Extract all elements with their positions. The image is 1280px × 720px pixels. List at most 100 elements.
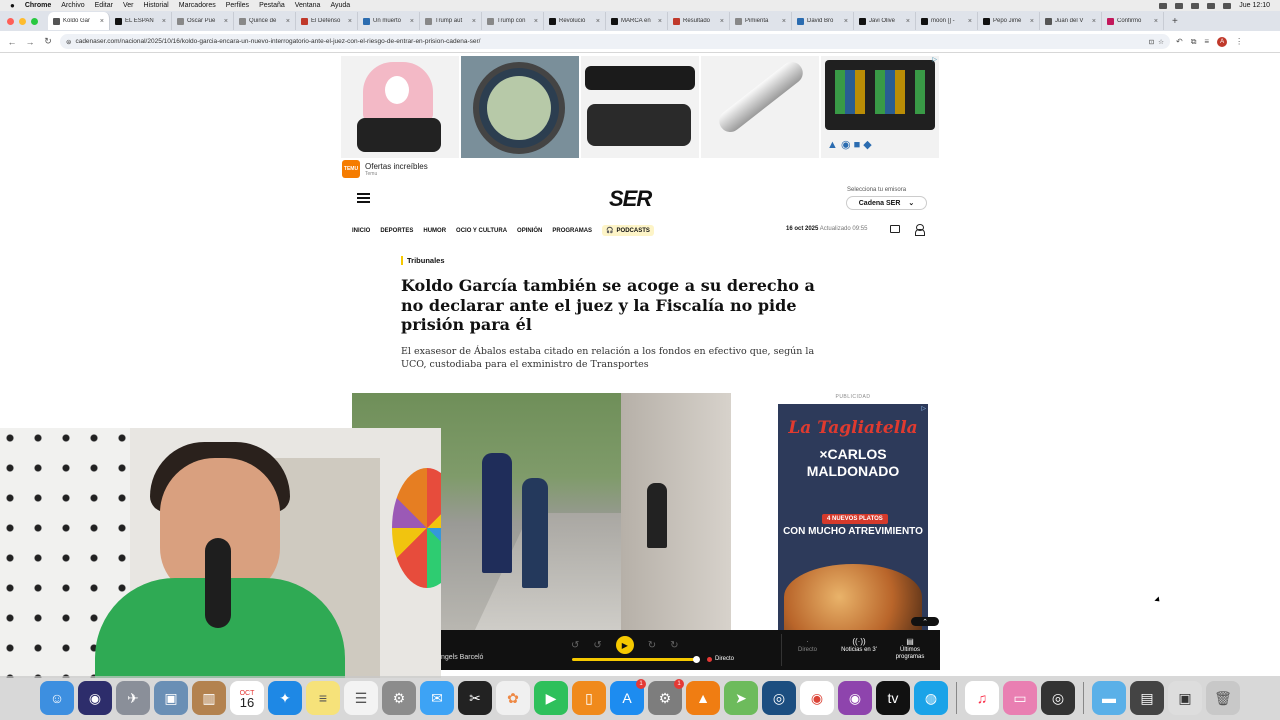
final-cut-icon[interactable]: ✂ xyxy=(458,681,492,715)
history-icon[interactable]: ↶ xyxy=(1176,37,1183,46)
obs-icon[interactable]: ◎ xyxy=(1041,681,1075,715)
notes-icon[interactable]: ≡ xyxy=(306,681,340,715)
zoom-window-button[interactable] xyxy=(31,17,38,25)
url-text[interactable]: cadenaser.com/nacional/2025/10/16/koldo-… xyxy=(75,38,1144,45)
system-settings-icon[interactable]: ⚙ 1 xyxy=(648,679,684,715)
site-info-icon[interactable]: ⊜ xyxy=(66,38,71,46)
close-tab-icon[interactable]: × xyxy=(1030,18,1034,25)
browser-tab[interactable]: Resultado × xyxy=(668,12,730,30)
browser-tab[interactable]: moon [] - × xyxy=(916,12,978,30)
close-tab-icon[interactable]: × xyxy=(844,18,848,25)
menu-pestana[interactable]: Pestaña xyxy=(259,2,285,9)
browser-tab[interactable]: Koldo Gar × xyxy=(48,12,110,30)
chrome-icon[interactable]: ◉ xyxy=(800,681,834,715)
menubar-clock[interactable]: Jue 12:10 xyxy=(1239,2,1270,9)
photos-icon[interactable]: ✿ xyxy=(496,681,530,715)
books-icon[interactable]: ▯ xyxy=(572,681,606,715)
close-tab-icon[interactable]: × xyxy=(968,18,972,25)
safari-icon[interactable]: ✦ xyxy=(268,681,302,715)
install-app-icon[interactable]: ⊡ xyxy=(1149,38,1154,46)
forward-button[interactable]: → xyxy=(24,37,36,47)
browser-tab[interactable]: Óscar Pue × xyxy=(172,12,234,30)
status-icon[interactable] xyxy=(1175,2,1184,9)
close-tab-icon[interactable]: × xyxy=(782,18,786,25)
ad-product-pink-device[interactable] xyxy=(341,56,459,158)
browser-tab[interactable]: Pimienta × xyxy=(730,12,792,30)
reload-button[interactable]: ↻ xyxy=(42,36,54,47)
browser-tab[interactable]: Quince de × xyxy=(234,12,296,30)
hamburger-menu-icon[interactable] xyxy=(357,193,370,203)
site-logo[interactable]: SER xyxy=(609,186,652,212)
maps-icon[interactable]: ➤ xyxy=(724,681,758,715)
ad-product-dashcam[interactable] xyxy=(581,56,699,158)
bookmark-star-icon[interactable]: ☆ xyxy=(1158,38,1164,46)
menu-ayuda[interactable]: Ayuda xyxy=(330,2,350,9)
close-tab-icon[interactable]: × xyxy=(472,18,476,25)
player-ultimos-button[interactable]: ▤ Últimos programas xyxy=(890,638,930,661)
close-tab-icon[interactable]: × xyxy=(410,18,414,25)
globe-app-icon[interactable]: ◍ xyxy=(914,681,948,715)
browser-tab[interactable]: Confirmo × xyxy=(1102,12,1164,30)
ad-product-tube[interactable] xyxy=(701,56,819,158)
status-icon[interactable] xyxy=(1159,2,1168,9)
finder-icon[interactable]: ☺ xyxy=(40,681,74,715)
nav-programas[interactable]: PROGRAMAS xyxy=(552,228,592,234)
menu-historial[interactable]: Historial xyxy=(143,2,168,9)
wifi-icon[interactable] xyxy=(1207,2,1216,9)
close-tab-icon[interactable]: × xyxy=(348,18,352,25)
chrome-menu-icon[interactable]: ⋮ xyxy=(1235,37,1243,46)
close-tab-icon[interactable]: × xyxy=(1092,18,1096,25)
menu-archivo[interactable]: Archivo xyxy=(61,2,84,9)
browser-tab[interactable]: David Bro × xyxy=(792,12,854,30)
browser-tab[interactable]: Pepo Jimé × xyxy=(978,12,1040,30)
media-control-icon[interactable]: ≡ xyxy=(1204,37,1209,46)
close-tab-icon[interactable]: × xyxy=(286,18,290,25)
mail-icon[interactable] xyxy=(890,225,900,233)
menu-editar[interactable]: Editar xyxy=(95,2,113,9)
station-select[interactable]: Cadena SER ⌄ xyxy=(846,196,927,210)
nav-deportes[interactable]: DEPORTES xyxy=(380,228,413,234)
battery-icon[interactable] xyxy=(1191,2,1200,9)
close-tab-icon[interactable]: × xyxy=(100,18,104,25)
adchoices-icon[interactable]: ▷ xyxy=(932,56,937,63)
close-tab-icon[interactable]: × xyxy=(1154,18,1158,25)
play-button[interactable]: ▶ xyxy=(615,636,634,654)
pink-app-icon[interactable]: ▭ xyxy=(1003,681,1037,715)
podcasts-icon[interactable]: ◉ xyxy=(838,681,872,715)
browser-tab[interactable]: MARCA en × xyxy=(606,12,668,30)
close-tab-icon[interactable]: × xyxy=(658,18,662,25)
forward-icon[interactable]: ↻ xyxy=(670,640,678,651)
screen-capture-icon[interactable]: ◎ xyxy=(762,681,796,715)
browser-tab[interactable]: EL ESPAÑ × xyxy=(110,12,172,30)
adchoices-icon[interactable]: ▷ xyxy=(921,405,926,412)
next-icon[interactable]: ↻ xyxy=(648,640,656,651)
messages-icon[interactable]: ✉ xyxy=(420,681,454,715)
recent-window-icon[interactable]: ▤ xyxy=(1130,681,1164,715)
close-tab-icon[interactable]: × xyxy=(906,18,910,25)
apple-menu-icon[interactable]: ● xyxy=(10,1,15,10)
progress-knob[interactable] xyxy=(693,656,700,663)
preview-icon[interactable]: ▣ xyxy=(154,681,188,715)
close-tab-icon[interactable]: × xyxy=(224,18,228,25)
vlc-icon[interactable]: ▲ xyxy=(686,681,720,715)
calendar-icon[interactable]: OCT 16 xyxy=(230,681,264,715)
screenshot-window-icon[interactable]: ▣ xyxy=(1168,681,1202,715)
side-ad[interactable]: ▷ La Tagliatella ×CARLOS MALDONADO 4 NUE… xyxy=(778,404,928,630)
app-store-icon[interactable]: A1 xyxy=(610,679,646,715)
rewind-icon[interactable]: ↺ xyxy=(571,640,579,651)
browser-tab[interactable]: El Defenso × xyxy=(296,12,358,30)
notebook-icon[interactable]: ▥ xyxy=(192,681,226,715)
user-icon[interactable] xyxy=(915,224,925,236)
extensions-icon[interactable]: ⧉ xyxy=(1191,37,1197,47)
nav-humor[interactable]: HUMOR xyxy=(423,228,446,234)
launchpad-icon[interactable]: ✈ xyxy=(116,681,150,715)
nav-podcasts[interactable]: 🎧 PODCASTS xyxy=(602,225,654,236)
ad-product-car-screen[interactable]: ▲ ◉ ■ ◆ xyxy=(821,56,939,158)
profile-avatar[interactable]: A xyxy=(1217,36,1228,47)
browser-tab[interactable]: Javi Olive × xyxy=(854,12,916,30)
close-window-button[interactable] xyxy=(7,17,14,25)
close-tab-icon[interactable]: × xyxy=(720,18,724,25)
menu-ventana[interactable]: Ventana xyxy=(295,2,321,9)
player-directo-button[interactable]: · Directo xyxy=(798,638,817,654)
search-icon[interactable] xyxy=(1223,2,1232,9)
